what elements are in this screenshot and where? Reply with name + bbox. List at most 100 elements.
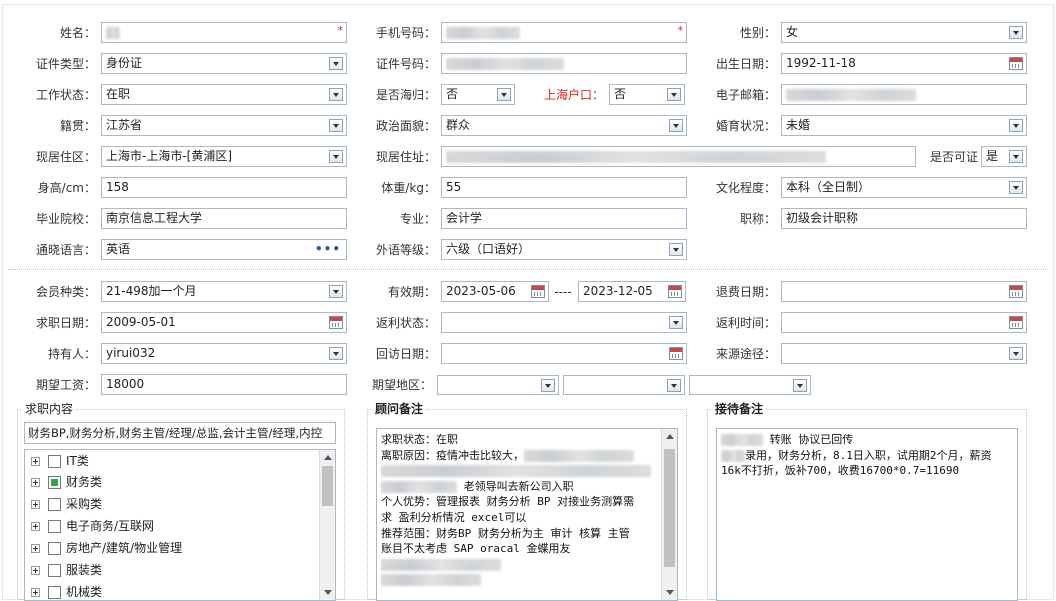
political-select[interactable]: 群众 xyxy=(441,115,687,136)
current-address-field[interactable] xyxy=(441,146,916,167)
returnee-select[interactable]: 否 xyxy=(441,84,515,105)
tree-item-purchasing[interactable]: 采购类 xyxy=(31,494,102,514)
expand-icon[interactable] xyxy=(31,566,40,575)
chevron-down-icon[interactable] xyxy=(497,88,511,101)
foreign-level-select[interactable]: 六级（口语好） xyxy=(441,239,687,260)
tree-item-apparel[interactable]: 服装类 xyxy=(31,560,102,580)
scroll-down-icon[interactable] xyxy=(324,590,332,595)
education-select[interactable]: 本科（全日制） xyxy=(781,177,1027,198)
tree-scrollbar[interactable] xyxy=(319,450,335,600)
chevron-down-icon[interactable] xyxy=(667,88,681,101)
rebate-time-field[interactable] xyxy=(781,312,1027,333)
phone-field[interactable]: * xyxy=(441,22,687,43)
tree-item-machinery[interactable]: 机械类 xyxy=(31,582,103,600)
chevron-down-icon[interactable] xyxy=(793,379,807,392)
visit-date-field[interactable] xyxy=(441,343,687,364)
valid-start-field[interactable]: 2023-05-06 xyxy=(441,281,549,302)
chevron-down-icon[interactable] xyxy=(329,57,343,70)
expand-icon[interactable] xyxy=(31,588,40,597)
rebate-status-select[interactable] xyxy=(441,312,687,333)
scroll-thumb[interactable] xyxy=(664,449,675,567)
calendar-icon[interactable] xyxy=(669,347,683,360)
chevron-down-icon[interactable] xyxy=(329,150,343,163)
tree-item-real-estate[interactable]: 房地产/建筑/物业管理 xyxy=(31,538,182,558)
calendar-icon[interactable] xyxy=(1009,57,1023,70)
consultant-notes-textarea[interactable]: 求职状态：在职 离职原因：疫情冲击比较大， 老领导叫去新公司入职 个人优势：管理… xyxy=(376,428,678,601)
chevron-down-icon[interactable] xyxy=(669,316,683,329)
calendar-icon[interactable] xyxy=(329,316,343,329)
school-field[interactable]: 南京信息工程大学 xyxy=(101,208,347,229)
chevron-down-icon[interactable] xyxy=(329,88,343,101)
scroll-thumb[interactable] xyxy=(322,466,333,506)
calendar-icon[interactable] xyxy=(1009,316,1023,329)
major-field[interactable]: 会计学 xyxy=(441,208,687,229)
checkbox[interactable] xyxy=(48,476,61,489)
scroll-up-icon[interactable] xyxy=(666,434,674,439)
holder-select[interactable]: yirui032 xyxy=(101,343,347,364)
sh-hukou-select[interactable]: 否 xyxy=(609,84,685,105)
native-place-select[interactable]: 江苏省 xyxy=(101,115,347,136)
chevron-down-icon[interactable] xyxy=(667,379,681,392)
region-district-select[interactable] xyxy=(689,375,811,395)
height-field[interactable]: 158 xyxy=(101,177,347,198)
notes-scrollbar[interactable] xyxy=(661,429,677,600)
job-content-summary[interactable]: 财务BP,财务分析,财务主管/经理/总监,会计主管/经理,内控 xyxy=(24,422,336,444)
scroll-down-icon[interactable] xyxy=(666,590,674,595)
expand-icon[interactable] xyxy=(31,522,40,531)
calendar-icon[interactable] xyxy=(1009,285,1023,298)
source-select[interactable] xyxy=(781,343,1027,364)
chevron-down-icon[interactable] xyxy=(1009,26,1023,39)
tree-item-ecommerce[interactable]: 电子商务/互联网 xyxy=(31,516,154,536)
marital-select[interactable]: 未婚 xyxy=(781,115,1027,136)
checkbox[interactable] xyxy=(48,498,61,511)
region-city-select[interactable] xyxy=(563,375,685,395)
language-field[interactable]: 英语 ••• xyxy=(101,239,347,260)
height-label: 身高/cm： xyxy=(37,181,96,195)
expand-icon[interactable] xyxy=(31,544,40,553)
can-verify-select[interactable]: 是 xyxy=(981,146,1027,167)
tree-item-finance[interactable]: 财务类 xyxy=(31,472,102,492)
id-number-field[interactable] xyxy=(441,53,687,74)
job-date-field[interactable]: 2009-05-01 xyxy=(101,312,347,333)
job-category-tree[interactable]: IT类 财务类 采购类 电子商务/互联网 房地产/建筑/物业管理 服装类 机械类 xyxy=(24,449,336,601)
email-field[interactable] xyxy=(781,84,1027,105)
chevron-down-icon[interactable] xyxy=(1009,119,1023,132)
name-field[interactable]: * xyxy=(101,22,347,43)
tree-item-label: 机械类 xyxy=(66,585,103,599)
checkbox[interactable] xyxy=(48,564,61,577)
chevron-down-icon[interactable] xyxy=(1009,347,1023,360)
chevron-down-icon[interactable] xyxy=(1009,150,1023,163)
expand-icon[interactable] xyxy=(31,457,40,466)
chevron-down-icon[interactable] xyxy=(329,119,343,132)
checkbox[interactable] xyxy=(48,455,61,468)
chevron-down-icon[interactable] xyxy=(669,119,683,132)
chevron-down-icon[interactable] xyxy=(329,285,343,298)
birthdate-field[interactable]: 1992-11-18 xyxy=(781,53,1027,74)
valid-end-field[interactable]: 2023-12-05 xyxy=(578,281,686,302)
checkbox[interactable] xyxy=(48,542,61,555)
chevron-down-icon[interactable] xyxy=(669,243,683,256)
checkbox[interactable] xyxy=(48,586,61,599)
chevron-down-icon[interactable] xyxy=(329,347,343,360)
weight-field[interactable]: 55 xyxy=(441,177,687,198)
region-province-select[interactable] xyxy=(437,375,559,395)
checkbox[interactable] xyxy=(48,520,61,533)
gender-select[interactable]: 女 xyxy=(781,22,1027,43)
expand-icon[interactable] xyxy=(31,478,40,487)
scroll-up-icon[interactable] xyxy=(324,455,332,460)
reception-notes-textarea[interactable]: 转账 协议已回传 录用，财务分析，8.1日入职，试用期2个月，薪资 16k不打折… xyxy=(716,428,1018,601)
work-status-select[interactable]: 在职 xyxy=(101,84,347,105)
calendar-icon[interactable] xyxy=(531,285,545,298)
calendar-icon[interactable] xyxy=(668,285,682,298)
expand-icon[interactable] xyxy=(31,500,40,509)
chevron-down-icon[interactable] xyxy=(541,379,555,392)
title-field[interactable]: 初级会计职称 xyxy=(781,208,1027,229)
refund-date-field[interactable] xyxy=(781,281,1027,302)
current-area-select[interactable]: 上海市-上海市-[黄浦区] xyxy=(101,146,347,167)
chevron-down-icon[interactable] xyxy=(1009,181,1023,194)
id-type-select[interactable]: 身份证 xyxy=(101,53,347,74)
more-icon[interactable]: ••• xyxy=(315,240,341,259)
member-type-select[interactable]: 21-498加一个月 xyxy=(101,281,347,302)
expected-salary-field[interactable]: 18000 xyxy=(101,374,347,395)
tree-item-it[interactable]: IT类 xyxy=(31,451,89,471)
